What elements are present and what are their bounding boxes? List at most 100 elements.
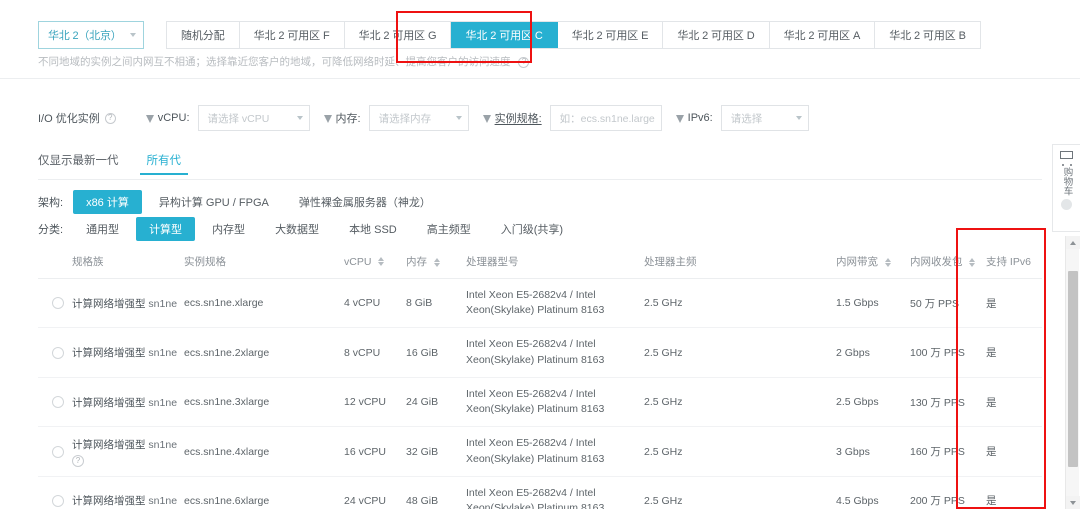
zone-tab-c[interactable]: 华北 2 可用区 C: [451, 22, 557, 48]
table-row[interactable]: 计算网络增强型 sn1ne ecs.sn1ne.6xlarge 24 vCPU …: [38, 476, 1042, 509]
category-option-high-freq[interactable]: 高主频型: [414, 217, 484, 241]
cell-family: 计算网络增强型 sn1ne: [72, 476, 184, 509]
cell-family: 计算网络增强型 sn1ne: [72, 328, 184, 377]
category-option-general[interactable]: 通用型: [73, 217, 132, 241]
category-option-local-ssd[interactable]: 本地 SSD: [336, 217, 410, 241]
cell-spec: ecs.sn1ne.4xlarge: [184, 427, 344, 476]
tab-latest-generation[interactable]: 仅显示最新一代: [38, 152, 125, 175]
zone-tab-label: 华北 2 可用区 F: [254, 27, 330, 43]
header-vcpu[interactable]: vCPU: [344, 245, 406, 279]
cell-memory: 8 GiB: [406, 279, 466, 328]
category-option-bigdata[interactable]: 大数据型: [262, 217, 332, 241]
cell-memory: 48 GiB: [406, 476, 466, 509]
family-name: 计算网络增强型: [72, 439, 146, 451]
zone-tab-e[interactable]: 华北 2 可用区 E: [558, 22, 664, 48]
zone-tab-random[interactable]: 随机分配: [167, 22, 240, 48]
scrollbar-track[interactable]: [1066, 249, 1080, 496]
question-circle-icon[interactable]: ?: [72, 455, 84, 467]
category-option-entry-shared[interactable]: 入门级(共享): [488, 217, 576, 241]
cell-ipv6: 是: [986, 328, 1042, 377]
vcpu-select[interactable]: 请选择 vCPU: [198, 105, 310, 131]
zone-tab-a[interactable]: 华北 2 可用区 A: [770, 22, 876, 48]
row-radio-cell[interactable]: [38, 476, 72, 509]
arch-option-gpu-fpga[interactable]: 异构计算 GPU / FPGA: [146, 190, 282, 214]
radio-button[interactable]: [52, 347, 64, 359]
cell-vcpu: 8 vCPU: [344, 328, 406, 377]
table-row[interactable]: 计算网络增强型 sn1ne ecs.sn1ne.2xlarge 8 vCPU 1…: [38, 328, 1042, 377]
architecture-row: 架构: x86 计算 异构计算 GPU / FPGA 弹性裸金属服务器（神龙）: [38, 190, 448, 214]
instance-spec-input[interactable]: 如：ecs.sn1ne.large: [550, 105, 662, 131]
family-suffix: sn1ne: [148, 495, 177, 507]
header-cpu-freq: 处理器主频: [644, 245, 836, 279]
sort-icon[interactable]: [969, 258, 975, 267]
zone-tab-g[interactable]: 华北 2 可用区 G: [345, 22, 452, 48]
arch-option-bare-metal[interactable]: 弹性裸金属服务器（神龙）: [286, 190, 444, 214]
cell-cpu-freq: 2.5 GHz: [644, 377, 836, 426]
table-row[interactable]: 计算网络增强型 sn1ne ecs.sn1ne.xlarge 4 vCPU 8 …: [38, 279, 1042, 328]
sort-icon[interactable]: [378, 257, 384, 266]
family-name: 计算网络增强型: [72, 495, 146, 507]
zone-tab-list: 随机分配 华北 2 可用区 F 华北 2 可用区 G 华北 2 可用区 C 华北…: [166, 21, 981, 49]
sort-icon[interactable]: [434, 258, 440, 267]
cell-cpu-freq: 2.5 GHz: [644, 427, 836, 476]
radio-button[interactable]: [52, 297, 64, 309]
row-radio-cell[interactable]: [38, 427, 72, 476]
category-option-compute[interactable]: 计算型: [136, 217, 195, 241]
cell-pps: 100 万 PPS: [910, 328, 986, 377]
table-row[interactable]: 计算网络增强型 sn1ne ? ecs.sn1ne.4xlarge 16 vCP…: [38, 427, 1042, 476]
zone-tab-label: 华北 2 可用区 B: [889, 27, 966, 43]
question-circle-icon[interactable]: ?: [105, 113, 116, 124]
scroll-up-arrow-icon[interactable]: [1066, 236, 1080, 249]
ipv6-select[interactable]: 请选择: [721, 105, 809, 131]
header-bandwidth[interactable]: 内网带宽: [836, 245, 910, 279]
tab-all-generations[interactable]: 所有代: [147, 152, 188, 175]
filter-instance-spec: 实例规格: 如：ecs.sn1ne.large: [483, 105, 662, 131]
vertical-scrollbar[interactable]: [1065, 236, 1079, 509]
region-and-zones: 华北 2（北京） 随机分配 华北 2 可用区 F 华北 2 可用区 G 华北 2…: [38, 21, 981, 49]
header-pps[interactable]: 内网收发包: [910, 245, 986, 279]
tab-label: 所有代: [147, 155, 182, 167]
radio-button[interactable]: [52, 446, 64, 458]
scroll-down-arrow-icon[interactable]: [1066, 496, 1080, 509]
shopping-cart-badge: [1061, 199, 1072, 210]
filter-memory-label: 内存:: [336, 110, 361, 126]
generation-tab-list: 仅显示最新一代 所有代: [38, 152, 209, 175]
row-radio-cell[interactable]: [38, 377, 72, 426]
filter-funnel-icon: [146, 115, 154, 123]
filter-funnel-icon: [676, 115, 684, 123]
category-option-memory[interactable]: 内存型: [199, 217, 258, 241]
io-optimized-label: I/O 优化实例 ?: [38, 110, 116, 126]
radio-button[interactable]: [52, 396, 64, 408]
question-circle-icon[interactable]: ?: [518, 57, 529, 68]
zone-tab-label: 华北 2 可用区 A: [784, 27, 861, 43]
row-radio-cell[interactable]: [38, 279, 72, 328]
scrollbar-thumb[interactable]: [1068, 271, 1078, 467]
family-suffix: sn1ne: [148, 347, 177, 359]
row-radio-cell[interactable]: [38, 328, 72, 377]
generation-tabs-underline: [38, 179, 1042, 180]
arch-option-x86[interactable]: x86 计算: [73, 190, 142, 214]
architecture-label: 架构:: [38, 194, 63, 210]
io-optimized-text: I/O 优化实例: [38, 110, 100, 126]
header-memory[interactable]: 内存: [406, 245, 466, 279]
category-row: 分类: 通用型 计算型 内存型 大数据型 本地 SSD 高主频型 入门级(共享): [38, 217, 580, 241]
cell-bandwidth: 1.5 Gbps: [836, 279, 910, 328]
header-ipv6: 支持 IPv6: [986, 245, 1042, 279]
header-pps-label: 内网收发包: [910, 256, 963, 268]
radio-button[interactable]: [52, 495, 64, 507]
zone-tab-d[interactable]: 华北 2 可用区 D: [663, 22, 769, 48]
zone-tab-label: 华北 2 可用区 E: [572, 27, 649, 43]
region-select[interactable]: 华北 2（北京）: [38, 21, 144, 49]
zone-tab-b[interactable]: 华北 2 可用区 B: [875, 22, 980, 48]
cell-cpu-freq: 2.5 GHz: [644, 476, 836, 509]
instance-spec-table-wrapper: 规格族 实例规格 vCPU 内存 处理器型号 处理器主频 内网带宽: [38, 245, 1042, 509]
sort-icon[interactable]: [885, 258, 891, 267]
header-select: [38, 245, 72, 279]
shopping-cart-rail[interactable]: 购物车: [1052, 144, 1080, 232]
cell-ipv6: 是: [986, 377, 1042, 426]
table-body: 计算网络增强型 sn1ne ecs.sn1ne.xlarge 4 vCPU 8 …: [38, 279, 1042, 509]
zone-tab-f[interactable]: 华北 2 可用区 F: [240, 22, 345, 48]
instance-spec-table: 规格族 实例规格 vCPU 内存 处理器型号 处理器主频 内网带宽: [38, 245, 1042, 509]
memory-select[interactable]: 请选择内存: [369, 105, 469, 131]
table-row[interactable]: 计算网络增强型 sn1ne ecs.sn1ne.3xlarge 12 vCPU …: [38, 377, 1042, 426]
